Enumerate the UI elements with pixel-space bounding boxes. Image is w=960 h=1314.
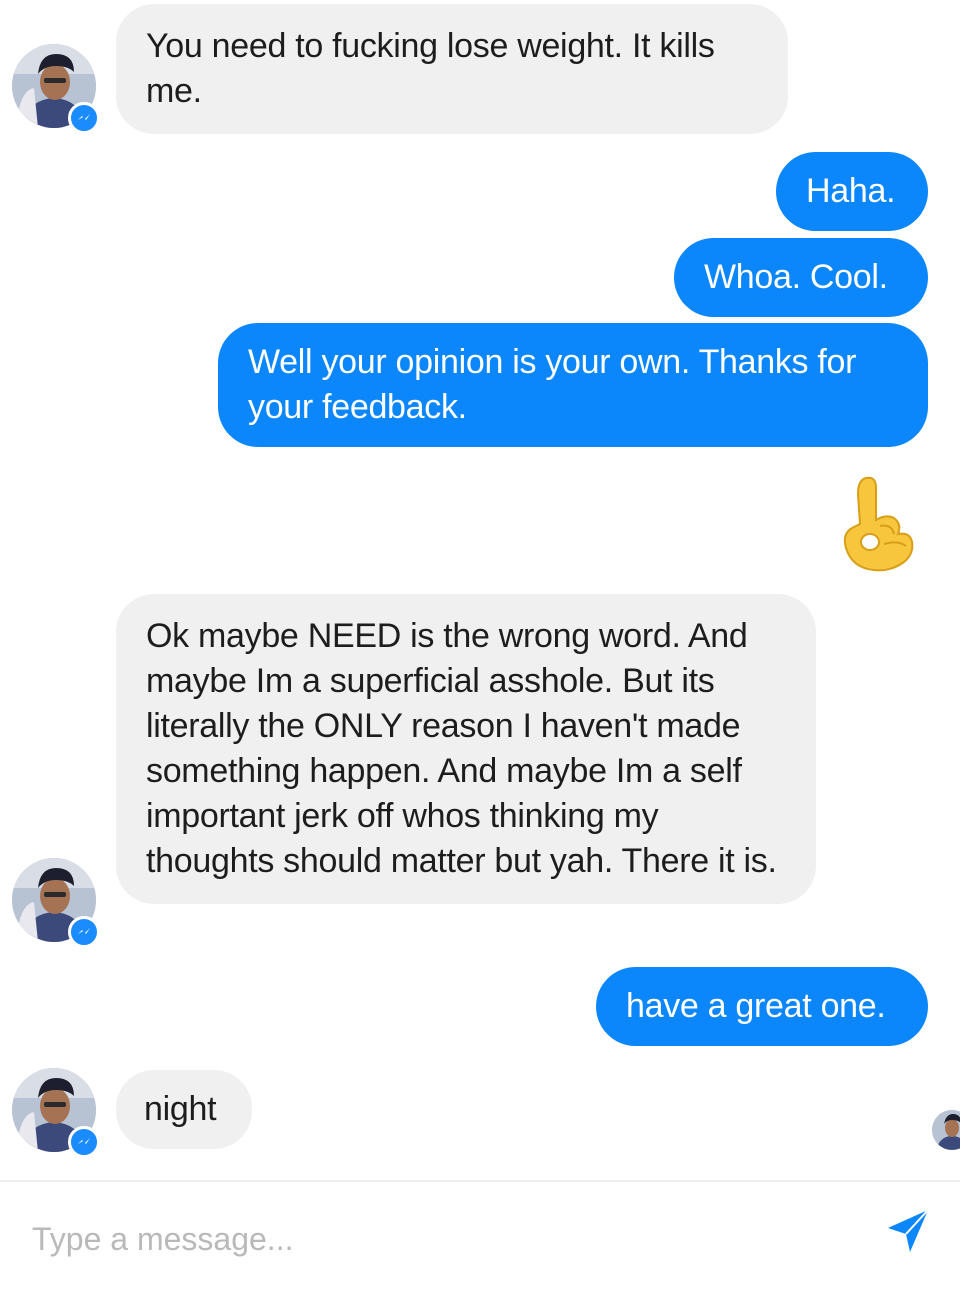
message-composer — [0, 1180, 960, 1314]
message-input[interactable] — [30, 1212, 854, 1266]
message-text: have a great one. — [626, 987, 886, 1025]
message-text: Well your opinion is your own. Thanks fo… — [248, 343, 857, 426]
messenger-badge-icon — [68, 1126, 100, 1158]
outgoing-message[interactable]: have a great one. — [596, 967, 928, 1046]
outgoing-message[interactable]: Haha. — [776, 152, 928, 231]
message-text: Haha. — [806, 172, 896, 210]
send-arrow-icon[interactable] — [884, 1206, 932, 1256]
outgoing-message[interactable]: Well your opinion is your own. Thanks fo… — [218, 323, 928, 447]
contact-avatar[interactable] — [12, 44, 100, 134]
read-receipt-avatar — [932, 1110, 960, 1150]
outgoing-message[interactable]: Whoa. Cool. — [674, 238, 928, 317]
incoming-message[interactable]: You need to fucking lose weight. It kill… — [116, 4, 788, 134]
incoming-message[interactable]: night — [116, 1070, 252, 1149]
contact-avatar[interactable] — [12, 858, 100, 948]
message-text: Ok maybe NEED is the wrong word. And may… — [146, 617, 777, 880]
message-text: Whoa. Cool. — [704, 258, 888, 296]
messenger-badge-icon — [68, 916, 100, 948]
message-text: You need to fucking lose weight. It kill… — [146, 27, 715, 110]
ok-hand-emoji[interactable] — [836, 474, 920, 574]
messenger-badge-icon — [68, 102, 100, 134]
incoming-message[interactable]: Ok maybe NEED is the wrong word. And may… — [116, 594, 816, 904]
contact-avatar[interactable] — [12, 1068, 100, 1158]
conversation-thread: You need to fucking lose weight. It kill… — [0, 0, 960, 1180]
message-text: night — [144, 1090, 217, 1128]
